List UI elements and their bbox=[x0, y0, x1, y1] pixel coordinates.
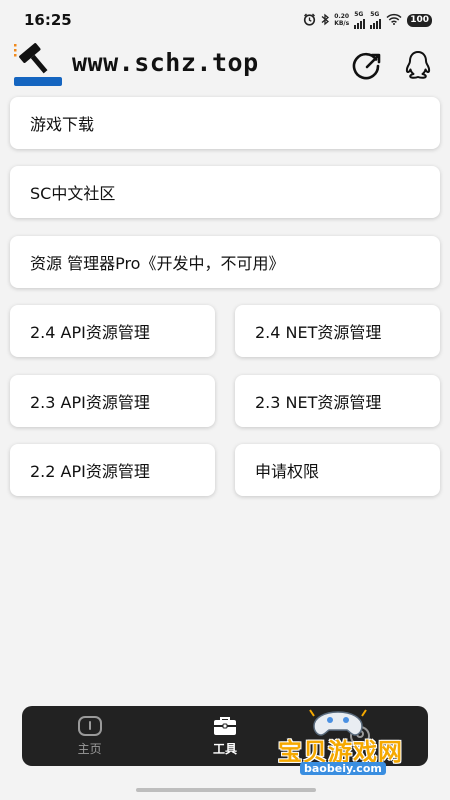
api-24-manage-button[interactable]: 2.4 API资源管理 bbox=[10, 305, 215, 357]
sim2-tag: 5G bbox=[370, 11, 380, 18]
sc-community-button[interactable]: SC中文社区 bbox=[10, 166, 440, 218]
home-icon bbox=[77, 716, 102, 736]
nav-tools[interactable]: 工具 bbox=[180, 708, 270, 764]
status-time: 16:25 bbox=[24, 11, 72, 29]
hammer-logo-icon bbox=[14, 43, 62, 86]
resource-manager-pro-label: 资源 管理器Pro《开发中，不可用》 bbox=[30, 254, 285, 273]
request-permission-button[interactable]: 申请权限 bbox=[235, 444, 440, 496]
nav-home-label: 主页 bbox=[77, 742, 102, 756]
alarm-icon bbox=[303, 13, 316, 28]
watermark: 宝贝游戏网 baobeiy.com bbox=[272, 708, 422, 780]
app-logo[interactable] bbox=[12, 42, 66, 88]
wifi-icon bbox=[386, 13, 402, 27]
toolbox-icon bbox=[213, 717, 236, 735]
share-icon bbox=[352, 52, 381, 80]
site-title: www.schz.top bbox=[72, 48, 259, 77]
bluetooth-icon bbox=[321, 13, 330, 28]
watermark-url: baobeiy.com bbox=[300, 762, 386, 775]
network-speed: 0.20 KB/s bbox=[334, 13, 349, 27]
signal-sim2-icon: 5G bbox=[370, 11, 382, 29]
nav-tools-label: 工具 bbox=[212, 742, 237, 756]
net-24-manage-button[interactable]: 2.4 NET资源管理 bbox=[235, 305, 440, 357]
status-icons: 0.20 KB/s 5G 5G 100 bbox=[303, 11, 432, 29]
share-button[interactable] bbox=[346, 48, 386, 82]
game-download-button[interactable]: 游戏下载 bbox=[10, 97, 440, 149]
network-speed-unit: KB/s bbox=[334, 20, 350, 27]
game-download-label: 游戏下载 bbox=[30, 115, 95, 134]
api-23-manage-button[interactable]: 2.3 API资源管理 bbox=[10, 375, 215, 427]
request-permission-label: 申请权限 bbox=[255, 462, 320, 481]
qq-penguin-icon bbox=[405, 51, 431, 79]
sc-community-label: SC中文社区 bbox=[30, 184, 116, 203]
app-header: www.schz.top bbox=[0, 40, 450, 90]
home-indicator[interactable] bbox=[136, 788, 316, 792]
api-23-manage-label: 2.3 API资源管理 bbox=[30, 393, 150, 412]
nav-home[interactable]: 主页 bbox=[45, 708, 135, 764]
resource-manager-pro-button[interactable]: 资源 管理器Pro《开发中，不可用》 bbox=[10, 236, 440, 288]
network-speed-value: 0.20 bbox=[334, 13, 350, 20]
net-23-manage-label: 2.3 NET资源管理 bbox=[255, 393, 382, 412]
sim1-tag: 5G bbox=[354, 11, 364, 18]
api-22-manage-button[interactable]: 2.2 API资源管理 bbox=[10, 444, 215, 496]
status-bar: 16:25 0.20 KB/s 5G 5G 100 bbox=[0, 0, 450, 40]
battery-indicator: 100 bbox=[407, 13, 432, 27]
api-22-manage-label: 2.2 API资源管理 bbox=[30, 462, 150, 481]
qq-button[interactable] bbox=[398, 48, 438, 82]
net-23-manage-button[interactable]: 2.3 NET资源管理 bbox=[235, 375, 440, 427]
net-24-manage-label: 2.4 NET资源管理 bbox=[255, 323, 382, 342]
signal-sim1-icon: 5G bbox=[354, 11, 366, 29]
api-24-manage-label: 2.4 API资源管理 bbox=[30, 323, 150, 342]
